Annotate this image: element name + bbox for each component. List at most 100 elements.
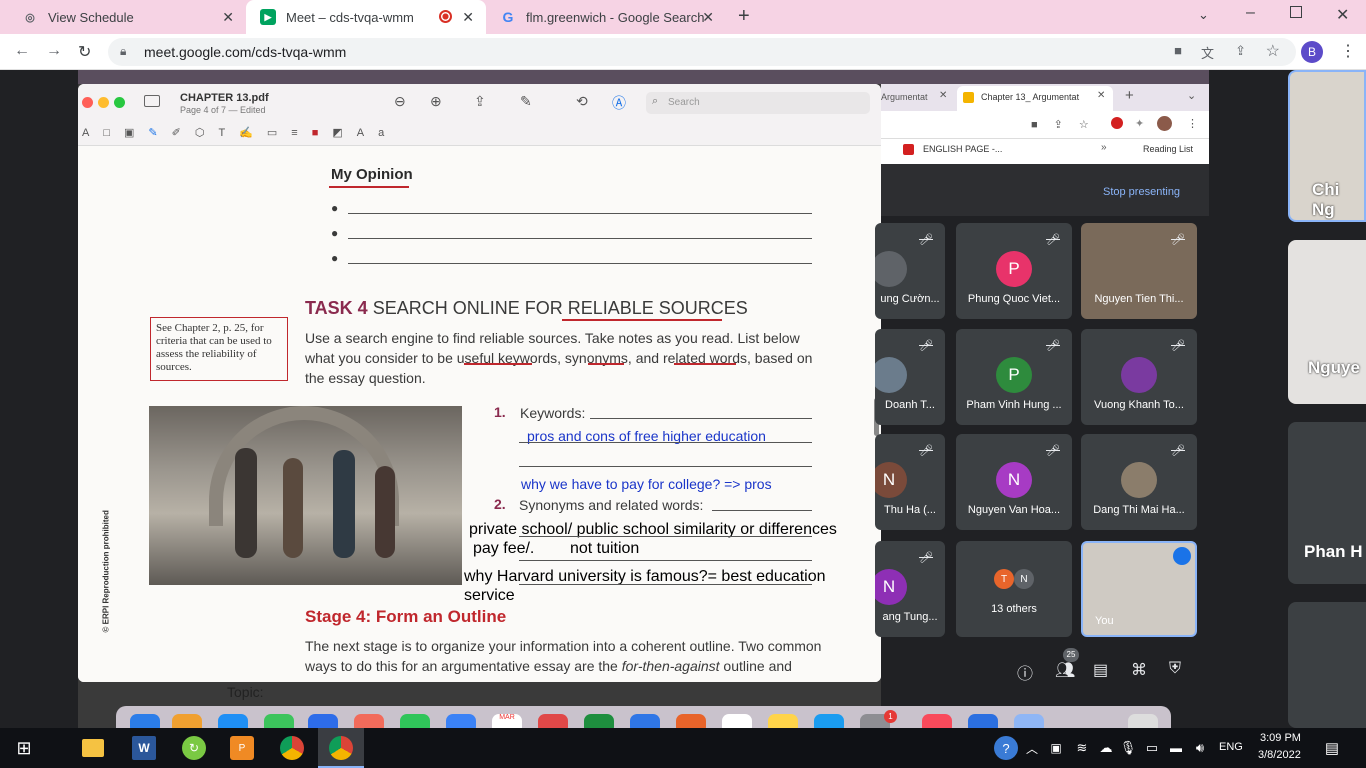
- zoom-in-icon[interactable]: ⊕: [430, 93, 442, 110]
- bookmark-star-icon[interactable]: ☆: [1266, 41, 1280, 61]
- keyword-note-2: why we have to pay for college? => pros: [521, 476, 772, 492]
- clock-date[interactable]: 3/8/2022: [1258, 749, 1301, 761]
- new-tab-button[interactable]: +: [738, 5, 750, 28]
- task-number: TASK 4: [305, 298, 368, 318]
- mic-off-icon: 🎤︎: [1046, 445, 1060, 457]
- volume-icon[interactable]: 🔊︎: [1188, 736, 1212, 760]
- annotate-icon[interactable]: Ⓐ: [612, 93, 626, 113]
- chat-icon[interactable]: ▤: [1093, 660, 1108, 680]
- participant-tile[interactable]: T N 13 others: [956, 541, 1072, 637]
- microphone-icon[interactable]: 🎙︎: [1116, 736, 1140, 760]
- mic-off-icon: 🎤︎: [1046, 340, 1060, 352]
- show-hidden-icons[interactable]: ︿: [1020, 736, 1044, 760]
- item1-label: Keywords:: [520, 405, 586, 421]
- cloud-icon[interactable]: ☁: [1094, 736, 1118, 760]
- note-icon[interactable]: ▭: [267, 127, 291, 139]
- close-tab-icon[interactable]: ✕: [222, 9, 234, 26]
- minimize-dot[interactable]: [98, 97, 109, 108]
- tab-meet[interactable]: ▶ Meet – cds-tvqa-wmm ✕: [246, 0, 486, 34]
- rect-select-icon[interactable]: □: [103, 127, 124, 139]
- minimize-button[interactable]: –: [1246, 4, 1255, 22]
- battery-icon[interactable]: ▬: [1164, 736, 1188, 760]
- word-icon[interactable]: W: [132, 736, 156, 760]
- share-icon[interactable]: ⇪: [1235, 43, 1246, 59]
- font-icon[interactable]: Aa: [357, 127, 398, 139]
- chrome-active-button[interactable]: [318, 728, 364, 768]
- highlight-icon[interactable]: ✐: [172, 127, 195, 139]
- markup-pen-icon[interactable]: ✎: [520, 93, 532, 110]
- participant-tile-right-4: [1288, 602, 1366, 728]
- chrome-icon[interactable]: [280, 736, 304, 760]
- participant-tile[interactable]: You: [1081, 541, 1197, 637]
- people-icon[interactable]: 👥︎: [1055, 660, 1075, 680]
- restore-button[interactable]: [1290, 6, 1302, 18]
- close-tab-icon[interactable]: ✕: [702, 9, 714, 26]
- back-icon[interactable]: ←: [14, 42, 30, 60]
- share-icon[interactable]: ⇪: [474, 93, 486, 110]
- translate-icon[interactable]: 文: [1201, 43, 1214, 62]
- participant-tile[interactable]: P 🎤︎ Pham Vinh Hung ...: [956, 329, 1072, 425]
- participant-name: Nguyen Van Hoa...: [967, 504, 1061, 516]
- wifi-icon[interactable]: ≋: [1070, 736, 1094, 760]
- windows-start-icon[interactable]: ⊞: [12, 736, 36, 760]
- stop-presenting-button[interactable]: Stop presenting: [1103, 186, 1180, 198]
- mic-off-icon: 🎤︎: [1171, 445, 1185, 457]
- draw-icon[interactable]: ✎: [148, 127, 171, 139]
- participant-tile[interactable]: N 🎤︎ ang Tung...: [875, 541, 945, 637]
- rotate-icon[interactable]: ⟲: [576, 93, 588, 110]
- profile-avatar[interactable]: B: [1301, 41, 1323, 63]
- participant-tile[interactable]: 🎤︎ Vuong Khanh To...: [1081, 329, 1197, 425]
- shared-tab-1: Argumentat: [881, 92, 928, 102]
- help-icon[interactable]: ?: [994, 736, 1018, 760]
- fill-color-icon[interactable]: ◩: [332, 127, 356, 139]
- underlying-topic-text: Topic:: [227, 684, 264, 700]
- language-indicator[interactable]: ENG: [1219, 741, 1243, 753]
- close-tab-icon[interactable]: ✕: [462, 9, 474, 26]
- zoom-out-icon[interactable]: ⊖: [394, 93, 406, 110]
- participant-tile[interactable]: P 🎤︎ Phung Quoc Viet...: [956, 223, 1072, 319]
- border-color-icon[interactable]: ■: [312, 127, 333, 139]
- close-dot[interactable]: [82, 97, 93, 108]
- mic-off-icon: 🎤︎: [919, 552, 933, 564]
- camera-icon[interactable]: ■: [1174, 43, 1182, 58]
- pdf-viewer-window: CHAPTER 13.pdf Page 4 of 7 — Edited ⊖ ⊕ …: [78, 84, 881, 682]
- app-green-icon[interactable]: ↻: [182, 736, 206, 760]
- host-controls-icon[interactable]: ⛨: [1169, 660, 1181, 678]
- forward-icon[interactable]: →: [46, 42, 62, 60]
- participant-tile[interactable]: N 🎤︎ Nguyen Van Hoa...: [956, 434, 1072, 530]
- handwritten-note-2: pay fee/. not tuition: [473, 540, 640, 557]
- tab-view-schedule[interactable]: ◎ View Schedule ✕: [8, 0, 246, 34]
- participant-count-badge: 25: [1063, 648, 1079, 662]
- tab-search-icon[interactable]: ⌄: [1198, 7, 1209, 23]
- meet-now-icon[interactable]: ▣: [1044, 736, 1068, 760]
- pdf-app-icon[interactable]: P: [230, 736, 254, 760]
- tab-title: flm.greenwich - Google Search: [526, 9, 705, 25]
- info-icon[interactable]: ⓘ: [1017, 660, 1033, 684]
- notification-icon[interactable]: ▤: [1320, 736, 1344, 760]
- participant-tile[interactable]: 🎤︎ Doanh T...: [875, 329, 945, 425]
- sketch-icon[interactable]: ▣: [124, 127, 148, 139]
- activities-icon[interactable]: ⌘: [1131, 660, 1147, 680]
- address-bar[interactable]: 🔒︎ meet.google.com/cds-tvqa-wmm ■ 文 ⇪ ☆: [108, 38, 1296, 66]
- align-icon[interactable]: ≡: [291, 127, 311, 139]
- participant-tile[interactable]: 🎤︎ Nguyen Tien Thi...: [1081, 223, 1197, 319]
- display-icon[interactable]: ▭: [1140, 736, 1164, 760]
- menu-icon[interactable]: ⋮: [1340, 41, 1356, 61]
- shapes-icon[interactable]: ⬡: [195, 127, 219, 139]
- close-window-button[interactable]: ✕: [1336, 5, 1349, 25]
- pdf-search-input[interactable]: ⌕ Search: [646, 92, 870, 114]
- sidebar-toggle-icon[interactable]: [144, 95, 160, 107]
- sidebar-note: See Chapter 2, p. 25, for criteria that …: [156, 322, 272, 373]
- sign-icon[interactable]: ✍: [239, 127, 267, 139]
- text-tool-icon[interactable]: A: [82, 127, 103, 139]
- reload-icon[interactable]: ↻: [78, 42, 91, 62]
- textbox-icon[interactable]: T: [218, 127, 239, 139]
- zoom-dot[interactable]: [114, 97, 125, 108]
- participant-tile[interactable]: N 🎤︎ Thu Ha (...: [875, 434, 945, 530]
- file-explorer-icon[interactable]: [82, 739, 104, 757]
- participant-tile[interactable]: 🎤︎ Dang Thi Mai Ha...: [1081, 434, 1197, 530]
- lock-icon: 🔒︎: [120, 44, 127, 58]
- participant-tile[interactable]: 🎤︎ ung Cườn...: [875, 223, 945, 319]
- clock-time[interactable]: 3:09 PM: [1260, 732, 1301, 744]
- tab-google-search[interactable]: G flm.greenwich - Google Search ✕: [486, 0, 726, 34]
